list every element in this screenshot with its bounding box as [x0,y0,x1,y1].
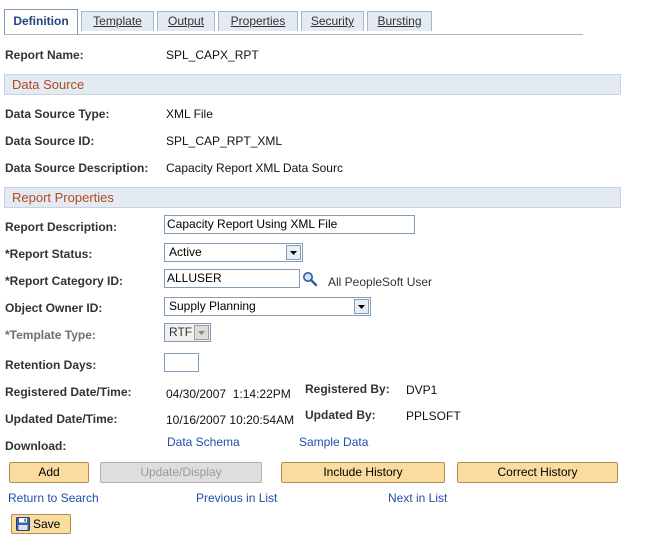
report-category-input[interactable]: ALLUSER [164,269,300,288]
registered-by-label: Registered By: [305,382,390,396]
tab-output[interactable]: Output [157,11,215,31]
report-name-value: SPL_CAPX_RPT [166,48,259,62]
data-source-description-value: Capacity Report XML Data Sourc [166,161,343,175]
registered-datetime-label: Registered Date/Time: [5,385,132,399]
template-type-select: RTF [164,323,211,342]
updated-by-label: Updated By: [305,408,376,422]
data-source-section-header: Data Source [4,74,621,95]
data-source-id-value: SPL_CAP_RPT_XML [166,134,283,148]
report-name-label: Report Name: [5,48,84,62]
save-button[interactable]: Save [11,514,71,534]
updated-by-value: PPLSOFT [406,409,461,423]
updated-datetime-label: Updated Date/Time: [5,412,118,426]
data-source-description-label: Data Source Description: [5,161,149,175]
data-source-id-label: Data Source ID: [5,134,95,148]
data-source-type-value: XML File [166,107,213,121]
add-button[interactable]: Add [9,462,89,483]
next-in-list-link[interactable]: Next in List [388,491,447,505]
retention-days-input[interactable] [164,353,199,372]
report-description-label: Report Description: [5,220,118,234]
data-source-type-label: Data Source Type: [5,107,110,121]
tab-bursting[interactable]: Bursting [367,11,432,31]
floppy-disk-icon [16,517,30,531]
save-label: Save [33,517,61,531]
retention-days-label: Retention Days: [5,358,97,372]
tab-properties[interactable]: Properties [218,11,298,31]
data-schema-link[interactable]: Data Schema [167,435,240,449]
updated-datetime-value: 10/16/2007 10:20:54AM [166,413,295,427]
tab-security[interactable]: Security [301,11,364,31]
object-owner-label: Object Owner ID: [5,301,103,315]
sample-data-link[interactable]: Sample Data [299,435,368,449]
previous-in-list-link[interactable]: Previous in List [196,491,277,505]
report-properties-section-header: Report Properties [4,187,621,208]
template-type-label: *Template Type: [5,328,96,342]
report-description-input[interactable]: Capacity Report Using XML File [164,215,415,234]
chevron-down-icon[interactable] [354,299,369,314]
report-category-description: All PeopleSoft User [328,275,433,289]
tab-definition[interactable]: Definition [4,9,78,34]
return-to-search-link[interactable]: Return to Search [8,491,99,505]
correct-history-button[interactable]: Correct History [457,462,618,483]
registered-datetime-value: 04/30/2007 1:14:22PM [166,387,291,401]
report-status-select[interactable]: Active [164,243,303,262]
tab-bar: Definition Template Output Properties Se… [4,9,583,35]
update-display-button: Update/Display [100,462,262,483]
chevron-down-icon [194,325,209,340]
include-history-button[interactable]: Include History [281,462,445,483]
search-icon[interactable] [302,271,318,287]
chevron-down-icon[interactable] [286,245,301,260]
registered-by-value: DVP1 [406,383,438,397]
object-owner-select[interactable]: Supply Planning [164,297,371,316]
tab-template[interactable]: Template [81,11,154,31]
download-label: Download: [5,439,67,453]
report-category-label: *Report Category ID: [5,274,124,288]
report-status-label: *Report Status: [5,247,93,261]
